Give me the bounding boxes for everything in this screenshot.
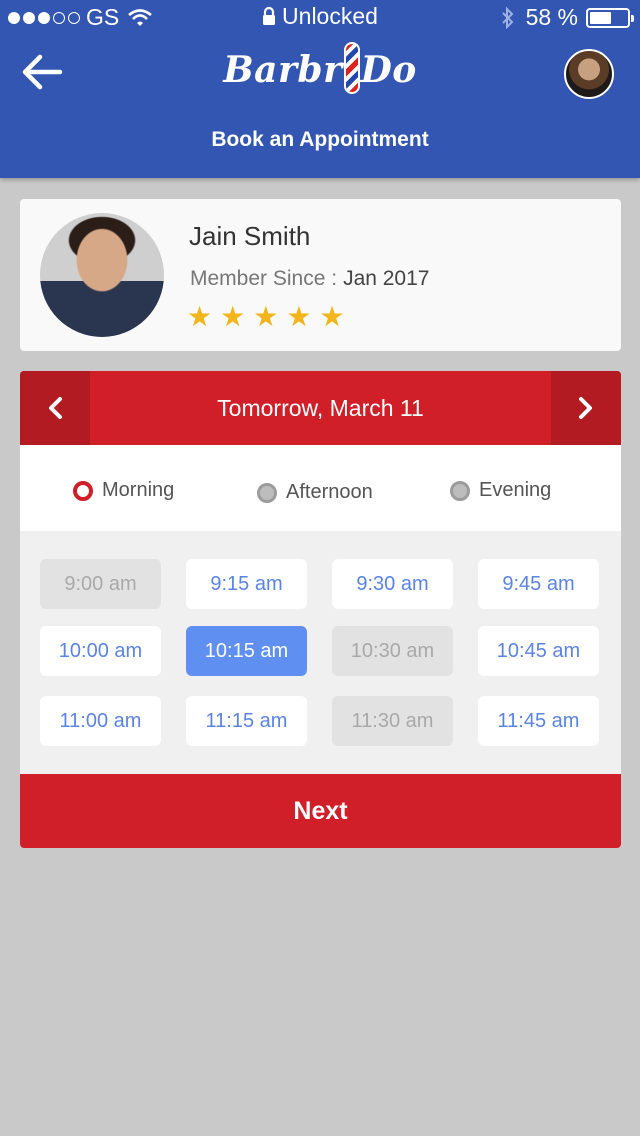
time-slot[interactable]: 11:00 am <box>40 696 161 746</box>
radio-icon <box>257 482 277 503</box>
time-slot[interactable]: 11:15 am <box>186 696 307 746</box>
time-slot[interactable]: 9:15 am <box>186 559 307 609</box>
period-label: Afternoon <box>286 481 373 503</box>
star-icon: ★ <box>220 301 246 332</box>
appointment-scheduler: Tomorrow, March 11 Morning Afternoon Eve… <box>20 371 621 848</box>
star-rating: ★ ★ ★ ★ ★ <box>187 303 345 331</box>
battery-percent: 58 % <box>525 4 578 30</box>
lock-icon <box>263 6 276 25</box>
app-header: GS Unlocked 58 % Barbr Do Book an Appoin… <box>0 0 640 178</box>
barber-name: Jain Smith <box>189 221 311 251</box>
member-since-label: Member Since : <box>190 267 338 290</box>
time-slot: 10:30 am <box>332 626 453 676</box>
star-icon: ★ <box>286 301 312 332</box>
next-day-button[interactable] <box>551 371 621 445</box>
logo-text-right: Do <box>360 49 417 91</box>
bluetooth-icon <box>501 6 513 29</box>
time-slot[interactable]: 10:00 am <box>40 626 161 676</box>
barber-pole-icon <box>343 42 360 94</box>
time-period-selector: Morning Afternoon Evening <box>20 445 621 531</box>
app-logo: Barbr Do <box>0 42 640 94</box>
time-slot[interactable]: 9:45 am <box>478 559 599 609</box>
time-slot[interactable]: 9:30 am <box>332 559 453 609</box>
date-selector: Tomorrow, March 11 <box>20 371 621 445</box>
period-morning[interactable]: Morning <box>73 479 174 502</box>
logo-text-left: Barbr <box>223 49 343 91</box>
time-slot[interactable]: 11:45 am <box>478 696 599 746</box>
period-evening[interactable]: Evening <box>450 479 551 502</box>
barber-profile-card: Jain Smith Member Since : Jan 2017 ★ ★ ★ ★ ★ <box>20 199 621 351</box>
time-slot: 9:00 am <box>40 559 161 609</box>
page-title: Book an Appointment <box>211 128 429 151</box>
period-label: Morning <box>102 479 175 501</box>
battery-fill <box>590 11 611 24</box>
period-label: Evening <box>479 479 552 501</box>
barber-photo <box>40 213 164 337</box>
time-slot[interactable]: 10:15 am <box>186 626 307 676</box>
user-avatar[interactable] <box>564 49 614 99</box>
status-bar: GS Unlocked 58 % <box>0 0 640 34</box>
radio-icon <box>450 480 470 501</box>
star-icon: ★ <box>319 301 345 332</box>
chevron-right-icon <box>579 397 592 419</box>
chevron-left-icon <box>49 397 62 419</box>
battery-icon <box>586 7 634 28</box>
selected-date: Tomorrow, March 11 <box>217 395 424 421</box>
time-slot: 11:30 am <box>332 696 453 746</box>
next-button[interactable]: Next <box>20 774 621 848</box>
member-since: Member Since : Jan 2017 <box>190 267 429 291</box>
member-since-value: Jan 2017 <box>343 267 430 290</box>
star-icon: ★ <box>187 301 213 332</box>
time-slot[interactable]: 10:45 am <box>478 626 599 676</box>
radio-icon <box>73 480 93 501</box>
lock-status: Unlocked <box>282 3 378 29</box>
period-afternoon[interactable]: Afternoon <box>257 481 373 504</box>
previous-day-button[interactable] <box>20 371 90 445</box>
star-icon: ★ <box>253 301 279 332</box>
